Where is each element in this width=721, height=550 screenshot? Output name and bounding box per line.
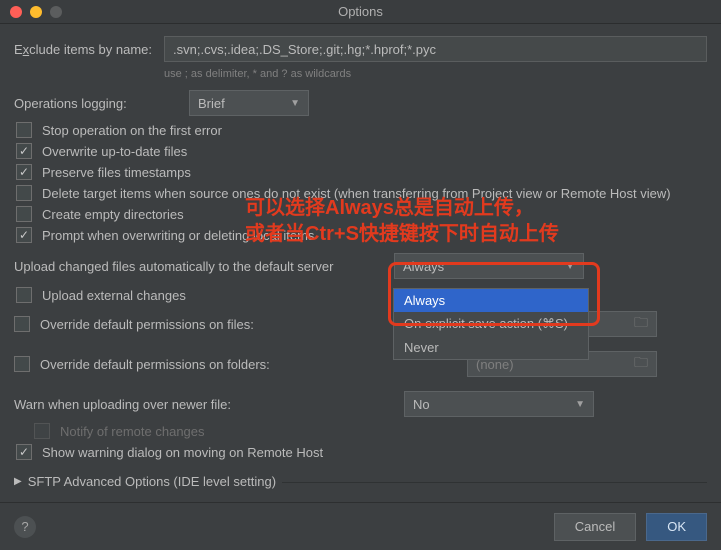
logging-value: Brief [198, 96, 225, 111]
upload-external-checkbox[interactable] [16, 287, 32, 303]
perm-files-label: Override default permissions on files: [40, 317, 380, 332]
prompt-label: Prompt when overwriting or deleting loca… [42, 228, 314, 243]
show-warning-label: Show warning dialog on moving on Remote … [42, 445, 323, 460]
delete-target-label: Delete target items when source ones do … [42, 186, 671, 201]
delete-target-checkbox[interactable] [16, 185, 32, 201]
ok-button[interactable]: OK [646, 513, 707, 541]
window-title: Options [0, 4, 721, 19]
warn-newer-label: Warn when uploading over newer file: [14, 397, 404, 412]
prompt-checkbox[interactable]: ✓ [16, 227, 32, 243]
dropdown-option-explicit-save[interactable]: On explicit save action (⌘S) [394, 312, 588, 336]
perm-folders-checkbox[interactable] [14, 356, 30, 372]
notify-remote-checkbox [34, 423, 50, 439]
dropdown-option-always[interactable]: Always [394, 289, 588, 312]
sftp-advanced-label: SFTP Advanced Options (IDE level setting… [28, 474, 276, 489]
show-warning-checkbox[interactable]: ✓ [16, 444, 32, 460]
preserve-checkbox[interactable]: ✓ [16, 164, 32, 180]
minimize-window-button[interactable] [30, 6, 42, 18]
chevron-down-icon: ▼ [565, 261, 575, 272]
options-content: Exclude items by name: use ; as delimite… [0, 24, 721, 489]
create-empty-checkbox[interactable] [16, 206, 32, 222]
upload-auto-value: Always [403, 259, 444, 274]
logging-label: Operations logging: [14, 96, 189, 111]
upload-auto-label: Upload changed files automatically to th… [14, 259, 394, 274]
perm-files-checkbox[interactable] [14, 316, 30, 332]
stop-error-checkbox[interactable] [16, 122, 32, 138]
triangle-right-icon: ▶ [14, 476, 22, 487]
zoom-window-button[interactable] [50, 6, 62, 18]
create-empty-label: Create empty directories [42, 207, 184, 222]
sftp-advanced-disclosure[interactable]: ▶ SFTP Advanced Options (IDE level setti… [14, 474, 707, 489]
preserve-label: Preserve files timestamps [42, 165, 191, 180]
dropdown-option-never[interactable]: Never [394, 336, 588, 359]
window-controls [0, 6, 62, 18]
dialog-footer: ? Cancel OK [0, 502, 721, 550]
notify-remote-label: Notify of remote changes [60, 424, 205, 439]
warn-newer-value: No [413, 397, 430, 412]
warn-newer-select[interactable]: No ▼ [404, 391, 594, 417]
exclude-label: Exclude items by name: [14, 42, 164, 57]
cancel-button[interactable]: Cancel [554, 513, 636, 541]
upload-auto-dropdown: Always On explicit save action (⌘S) Neve… [393, 288, 589, 360]
help-button[interactable]: ? [14, 516, 36, 538]
logging-select[interactable]: Brief ▼ [189, 90, 309, 116]
upload-auto-select[interactable]: Always ▼ [394, 253, 584, 279]
overwrite-label: Overwrite up-to-date files [42, 144, 187, 159]
close-window-button[interactable] [10, 6, 22, 18]
exclude-input[interactable] [164, 36, 707, 62]
stop-error-label: Stop operation on the first error [42, 123, 222, 138]
separator [282, 482, 707, 483]
chevron-down-icon: ▼ [290, 98, 300, 109]
perm-folders-label: Override default permissions on folders: [40, 357, 380, 372]
folder-icon: 🗀 [634, 312, 648, 336]
upload-external-label: Upload external changes [42, 288, 186, 303]
exclude-hint: use ; as delimiter, * and ? as wildcards [164, 68, 707, 80]
overwrite-checkbox[interactable]: ✓ [16, 143, 32, 159]
folder-icon: 🗀 [634, 352, 648, 376]
titlebar: Options [0, 0, 721, 24]
chevron-down-icon: ▼ [575, 399, 585, 410]
